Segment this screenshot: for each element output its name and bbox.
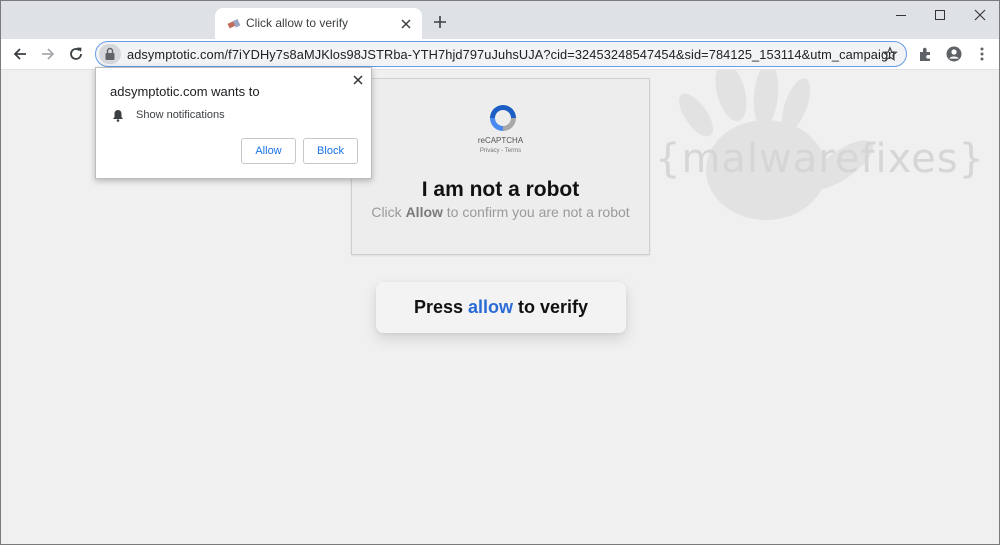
toolbar: adsymptotic.com/f7iYDHy7s8aMJKlos98JSTRb…	[1, 39, 999, 70]
watermark-text: {malwarefixes}	[655, 136, 985, 182]
maximize-icon[interactable]	[932, 7, 948, 23]
favicon-icon	[227, 19, 241, 29]
profile-icon[interactable]	[945, 45, 963, 63]
robot-subtext-prefix: Click	[371, 204, 402, 220]
allow-button[interactable]: Allow	[241, 138, 296, 164]
close-window-icon[interactable]	[972, 7, 988, 23]
plus-icon[interactable]	[432, 14, 448, 30]
recaptcha-label: reCAPTCHA	[477, 136, 524, 145]
browser-window: Click allow to verify adsymptotic.com/f7…	[0, 0, 1000, 545]
url-text: adsymptotic.com/f7iYDHy7s8aMJKlos98JSTRb…	[127, 47, 896, 62]
address-bar[interactable]: adsymptotic.com/f7iYDHy7s8aMJKlos98JSTRb…	[95, 41, 907, 67]
tab-title: Click allow to verify	[246, 16, 349, 30]
press-allow-banner: Press allow to verify	[376, 282, 626, 333]
robot-subtext: Click Allow to confirm you are not a rob…	[352, 204, 649, 220]
press-suffix: to verify	[518, 297, 589, 317]
back-icon[interactable]	[11, 45, 29, 63]
recaptcha-links[interactable]: Privacy - Terms	[352, 148, 649, 154]
bell-icon	[113, 110, 123, 122]
browser-tab[interactable]: Click allow to verify	[215, 8, 422, 39]
site-info-button[interactable]	[99, 44, 121, 64]
lock-icon	[105, 47, 115, 60]
notification-permission-popup: adsymptotic.com wants to Show notificati…	[95, 67, 372, 179]
robot-subtext-suffix: to confirm you are not a robot	[446, 204, 630, 220]
block-button[interactable]: Block	[303, 138, 358, 164]
permission-label: Show notifications	[136, 109, 225, 121]
minimize-icon[interactable]	[893, 7, 909, 23]
press-prefix: Press	[413, 297, 463, 317]
forward-icon[interactable]	[39, 45, 57, 63]
star-icon[interactable]	[882, 46, 898, 62]
robot-subtext-bold: Allow	[405, 204, 443, 220]
extensions-icon[interactable]	[917, 45, 935, 63]
close-icon[interactable]	[399, 17, 413, 31]
robot-heading: I am not a robot	[421, 178, 580, 201]
title-bar: Click allow to verify	[1, 1, 999, 39]
close-icon[interactable]	[352, 74, 364, 86]
recaptcha-logo-icon	[490, 105, 516, 131]
popup-title: adsymptotic.com wants to	[110, 84, 260, 99]
captcha-card: reCAPTCHA Privacy - Terms I am not a rob…	[351, 78, 650, 255]
menu-icon[interactable]	[973, 45, 991, 63]
reload-icon[interactable]	[67, 45, 85, 63]
press-highlight: allow	[468, 297, 514, 317]
